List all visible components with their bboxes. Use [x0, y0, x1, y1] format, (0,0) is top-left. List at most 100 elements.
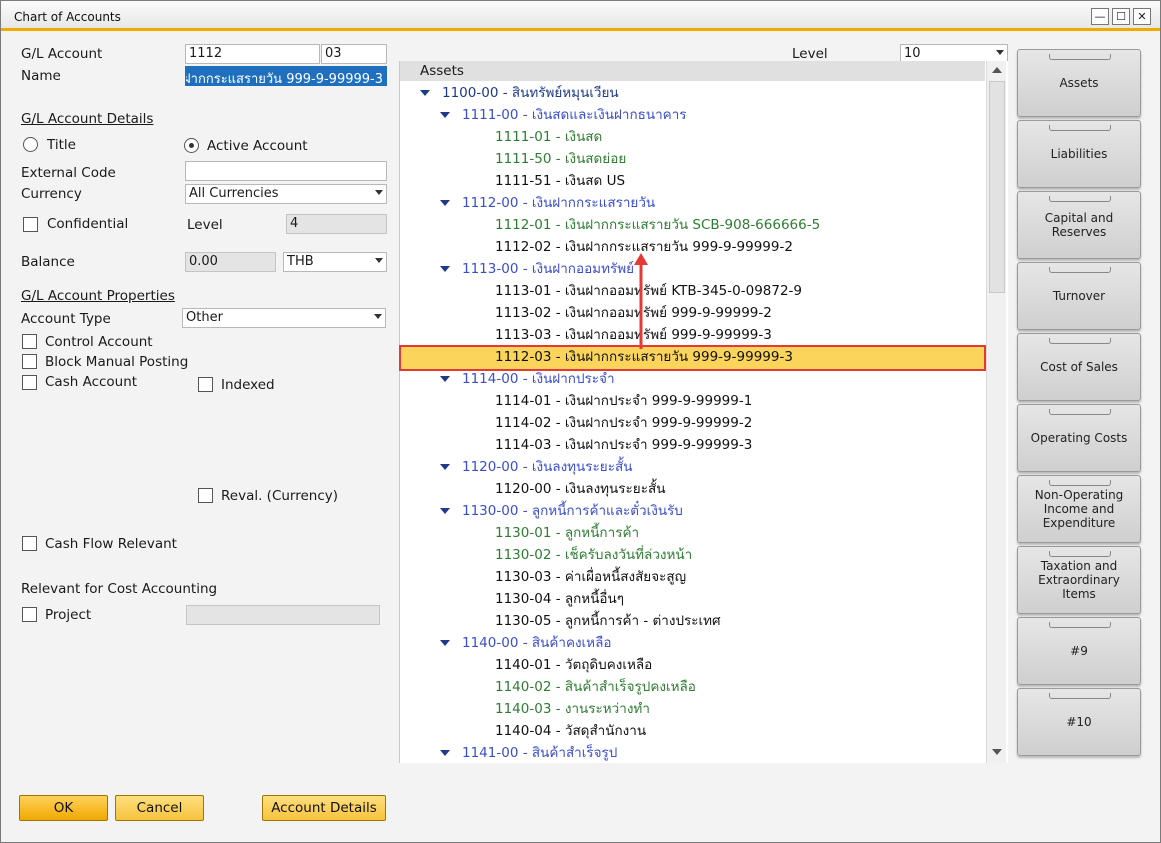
gl-account-field[interactable]: 1112: [185, 44, 320, 64]
external-code-label: External Code: [21, 165, 116, 181]
block-manual-posting-label: Block Manual Posting: [45, 354, 189, 370]
tree-level-value: 10: [904, 46, 921, 61]
tree-account-row[interactable]: 1114-01 - เงินฝากประจำ 999-9-99999-1: [495, 390, 752, 412]
drawer-10[interactable]: #10: [1017, 688, 1141, 756]
tree-account-row[interactable]: 1140-02 - สินค้าสำเร็จรูปคงเหลือ: [495, 676, 696, 698]
name-field[interactable]: ฝากกระแสรายวัน 999-9-99999-3: [185, 66, 387, 86]
tree-group-row[interactable]: 1130-00 - ลูกหนี้การค้าและตั๋วเงินรับ: [462, 500, 683, 522]
cash-flow-relevant-label: Cash Flow Relevant: [45, 536, 177, 552]
tree-account-row[interactable]: 1140-03 - งานระหว่างทำ: [495, 698, 650, 720]
title-radio-label: Title: [47, 137, 76, 153]
tree-group-row[interactable]: 1111-00 - เงินสดและเงินฝากธนาคาร: [462, 104, 687, 126]
window-title: Chart of Accounts: [14, 10, 121, 24]
title-radio[interactable]: [23, 137, 38, 152]
tree-account-row[interactable]: 1130-01 - ลูกหนี้การค้า: [495, 522, 639, 544]
tree-group-row[interactable]: 1141-00 - สินค้าสำเร็จรูป: [462, 742, 617, 764]
tree-group-row[interactable]: 1140-00 - สินค้าคงเหลือ: [462, 632, 611, 654]
scroll-down-icon[interactable]: [992, 749, 1002, 755]
tree-account-row[interactable]: 1111-50 - เงินสดย่อย: [495, 148, 626, 170]
indexed-checkbox[interactable]: [198, 377, 213, 392]
level-field: 4: [286, 214, 387, 234]
expand-triangle-icon[interactable]: [420, 90, 430, 96]
minimize-icon[interactable]: —: [1091, 8, 1109, 25]
balance-label: Balance: [21, 254, 75, 270]
indexed-label: Indexed: [221, 377, 275, 393]
cash-account-checkbox[interactable]: [22, 375, 37, 390]
drawer-2[interactable]: Liabilities: [1017, 120, 1141, 188]
drawer-7[interactable]: Non-Operating Income and Expenditure: [1017, 475, 1141, 543]
balance-field: 0.00: [185, 252, 276, 272]
drawer-5[interactable]: Cost of Sales: [1017, 333, 1141, 401]
drawer-8[interactable]: Taxation and Extraordinary Items: [1017, 546, 1141, 614]
tree-account-row[interactable]: 1112-01 - เงินฝากกระแสรายวัน SCB-908-666…: [495, 214, 820, 236]
drawer-9[interactable]: #9: [1017, 617, 1141, 685]
tree-account-row[interactable]: 1140-01 - วัตถุดิบคงเหลือ: [495, 654, 652, 676]
tree-account-row[interactable]: 1140-04 - วัสดุสำนักงาน: [495, 720, 646, 742]
currency-select[interactable]: All Currencies: [185, 184, 387, 204]
confidential-checkbox[interactable]: [23, 217, 38, 232]
close-icon[interactable]: ✕: [1133, 8, 1151, 25]
gl-account-suffix-field[interactable]: 03: [321, 44, 387, 64]
tree-account-row[interactable]: 1130-03 - ค่าเผื่อหนี้สงสัยจะสูญ: [495, 566, 686, 588]
arrow-annotation-icon: [634, 253, 648, 349]
balance-currency-select[interactable]: THB: [283, 252, 387, 272]
project-field: [186, 605, 380, 625]
active-account-radio[interactable]: [184, 138, 199, 153]
tree-level-label: Level: [792, 46, 828, 62]
scroll-thumb[interactable]: [989, 81, 1005, 293]
scroll-up-icon[interactable]: [992, 67, 1002, 73]
expand-triangle-icon[interactable]: [440, 464, 450, 470]
cancel-button[interactable]: Cancel: [115, 795, 204, 821]
confidential-label: Confidential: [47, 216, 129, 232]
block-manual-posting-checkbox[interactable]: [22, 354, 37, 369]
account-details-button[interactable]: Account Details: [262, 795, 386, 821]
tree-group-row[interactable]: 1120-00 - เงินลงทุนระยะสั้น: [462, 456, 632, 478]
expand-triangle-icon[interactable]: [440, 112, 450, 118]
currency-value: All Currencies: [189, 186, 279, 201]
currency-label: Currency: [21, 186, 82, 202]
cash-account-label: Cash Account: [45, 374, 138, 390]
chevron-down-icon: [375, 190, 383, 195]
chevron-down-icon: [375, 258, 383, 263]
tree-group-row[interactable]: 1113-00 - เงินฝากออมทรัพย์: [462, 258, 634, 280]
project-checkbox[interactable]: [22, 607, 37, 622]
active-account-label: Active Account: [207, 138, 308, 154]
balance-currency-value: THB: [287, 254, 314, 269]
tree-account-row[interactable]: 1111-01 - เงินสด: [495, 126, 602, 148]
expand-triangle-icon[interactable]: [440, 750, 450, 756]
expand-triangle-icon[interactable]: [440, 200, 450, 206]
expand-triangle-icon[interactable]: [440, 640, 450, 646]
name-label: Name: [21, 68, 61, 84]
gl-account-properties-heading: G/L Account Properties: [21, 288, 175, 304]
tree-group-row[interactable]: 1112-00 - เงินฝากกระแสรายวัน: [462, 192, 655, 214]
ok-button[interactable]: OK: [19, 795, 108, 821]
expand-triangle-icon[interactable]: [440, 376, 450, 382]
tree-account-row[interactable]: 1130-04 - ลูกหนี้อื่นๆ: [495, 588, 624, 610]
tree-account-row[interactable]: 1111-51 - เงินสด US: [495, 170, 625, 192]
tree-group-row[interactable]: 1114-00 - เงินฝากประจำ: [462, 368, 615, 390]
cash-flow-relevant-checkbox[interactable]: [22, 536, 37, 551]
drawer-1[interactable]: Assets: [1017, 49, 1141, 117]
expand-triangle-icon[interactable]: [440, 508, 450, 514]
tree-account-row[interactable]: 1114-03 - เงินฝากประจำ 999-9-99999-3: [495, 434, 752, 456]
drawer-3[interactable]: Capital and Reserves: [1017, 191, 1141, 259]
tree-scrollbar[interactable]: [986, 61, 1006, 763]
reval-currency-checkbox[interactable]: [198, 488, 213, 503]
expand-triangle-icon[interactable]: [440, 266, 450, 272]
drawer-4[interactable]: Turnover: [1017, 262, 1141, 330]
tree-account-row[interactable]: 1130-05 - ลูกหนี้การค้า - ต่างประเทศ: [495, 610, 721, 632]
drawer-6[interactable]: Operating Costs: [1017, 404, 1141, 472]
maximize-icon[interactable]: ☐: [1112, 8, 1130, 25]
reval-currency-label: Reval. (Currency): [221, 488, 339, 504]
account-type-value: Other: [186, 310, 223, 325]
cost-accounting-heading: Relevant for Cost Accounting: [21, 581, 218, 597]
control-account-checkbox[interactable]: [22, 334, 37, 349]
tree-header: Assets: [400, 61, 985, 81]
tree-account-row[interactable]: 1120-00 - เงินลงทุนระยะสั้น: [495, 478, 665, 500]
tree-group-row[interactable]: 1100-00 - สินทรัพย์หมุนเวียน: [442, 82, 619, 104]
external-code-field[interactable]: [185, 161, 387, 181]
account-type-select[interactable]: Other: [182, 308, 386, 328]
chart-of-accounts-window: Chart of Accounts — ☐ ✕ G/L Account 1112…: [0, 0, 1161, 843]
tree-account-row[interactable]: 1130-02 - เช็ครับลงวันที่ล่วงหน้า: [495, 544, 692, 566]
tree-account-row[interactable]: 1114-02 - เงินฝากประจำ 999-9-99999-2: [495, 412, 752, 434]
